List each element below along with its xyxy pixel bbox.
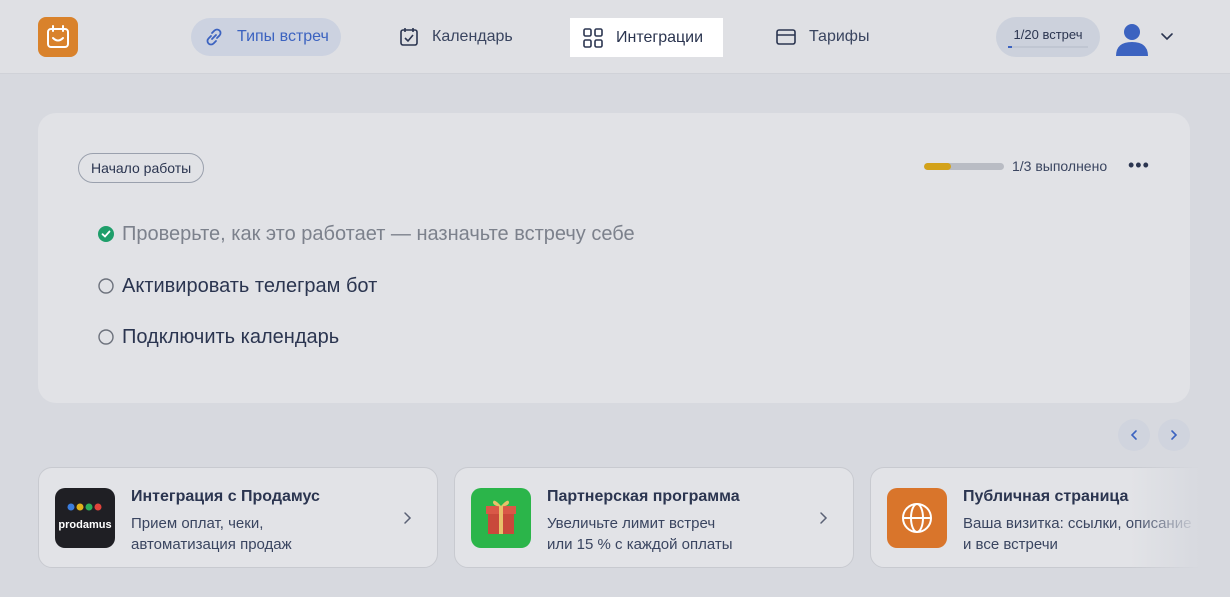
user-avatar-icon[interactable]	[1113, 20, 1151, 58]
nav-integrations-label: Интеграции	[616, 28, 704, 46]
chevron-right-icon	[820, 512, 828, 524]
task-label: Подключить календарь	[122, 325, 340, 348]
prodamus-logo-text: prodamus	[58, 519, 111, 531]
meetings-counter[interactable]: 1/20 встреч	[996, 17, 1100, 57]
onboarding-progress-track	[924, 162, 1004, 170]
onboarding-progress-text: 1/3 выполнено	[1012, 158, 1108, 174]
top-navigation-bar: Типы встреч Календарь Интеграции Тарифы …	[0, 0, 1230, 74]
nav-calendar[interactable]: Календарь	[386, 18, 525, 56]
feature-title: Партнерская программа	[547, 488, 740, 505]
task-label: Активировать телеграм бот	[122, 274, 378, 297]
nav-meeting-types-label: Типы встреч	[237, 28, 329, 45]
nav-tariffs-label: Тарифы	[809, 28, 870, 45]
onboarding-progress-fill	[924, 162, 951, 170]
chevron-down-icon[interactable]	[1158, 28, 1176, 46]
chevron-left-icon	[1130, 430, 1137, 440]
meetings-usage-bar	[1008, 45, 1088, 48]
onboarding-progress: 1/3 выполнено	[924, 158, 1107, 174]
meetings-counter-text: 1/20 встреч	[1013, 26, 1083, 42]
carousel-prev-button[interactable]	[1118, 419, 1150, 451]
feature-desc-line: Прием оплат, чеки,	[131, 515, 264, 532]
gift-icon	[471, 488, 531, 548]
check-circle-icon	[98, 226, 114, 242]
globe-icon	[887, 488, 947, 548]
app-logo[interactable]	[38, 17, 78, 57]
grid-icon	[582, 27, 604, 49]
empty-circle-icon	[98, 329, 114, 345]
card-icon	[775, 26, 797, 48]
feature-desc-line: или 15 % с каждой оплаты	[547, 536, 733, 553]
task-connect-calendar[interactable]: Подключить календарь	[98, 324, 339, 350]
meetings-usage-fill	[1008, 45, 1012, 48]
nav-tariffs[interactable]: Тарифы	[763, 18, 881, 56]
task-schedule-self[interactable]: Проверьте, как это работает — назначьте …	[98, 221, 635, 247]
calendar-check-icon	[398, 26, 420, 48]
feature-description: Увеличьте лимит встреч или 15 % с каждой…	[547, 513, 787, 555]
nav-meeting-types[interactable]: Типы встреч	[191, 18, 341, 56]
task-activate-telegram[interactable]: Активировать телеграм бот	[98, 273, 377, 299]
feature-title: Интеграция с Продамус	[131, 488, 320, 505]
carousel-next-button[interactable]	[1158, 419, 1190, 451]
empty-circle-icon	[98, 278, 114, 294]
calendar-smile-icon	[47, 25, 69, 48]
feature-desc-line: Увеличьте лимит встреч	[547, 515, 716, 532]
carousel-fade-overlay	[1130, 460, 1230, 580]
feature-card-partner[interactable]: Партнерская программа Увеличьте лимит вс…	[454, 467, 854, 568]
onboarding-card: Начало работы 1/3 выполнено ••• Проверьт…	[38, 113, 1190, 403]
task-label: Проверьте, как это работает — назначьте …	[122, 222, 635, 245]
chevron-right-icon	[404, 512, 412, 524]
feature-title: Публичная страница	[963, 488, 1129, 505]
feature-card-prodamus[interactable]: prodamus Интеграция с Продамус Прием опл…	[38, 467, 438, 568]
prodamus-logo: prodamus	[55, 488, 115, 548]
chevron-right-icon	[1171, 430, 1178, 440]
more-options-icon[interactable]: •••	[1128, 155, 1150, 176]
feature-description: Прием оплат, чеки, автоматизация продаж	[131, 513, 371, 555]
link-icon	[203, 26, 225, 48]
feature-desc-line: автоматизация продаж	[131, 536, 292, 553]
nav-calendar-label: Календарь	[432, 28, 513, 45]
getting-started-chip: Начало работы	[78, 153, 205, 183]
nav-integrations[interactable]: Интеграции	[570, 18, 723, 57]
